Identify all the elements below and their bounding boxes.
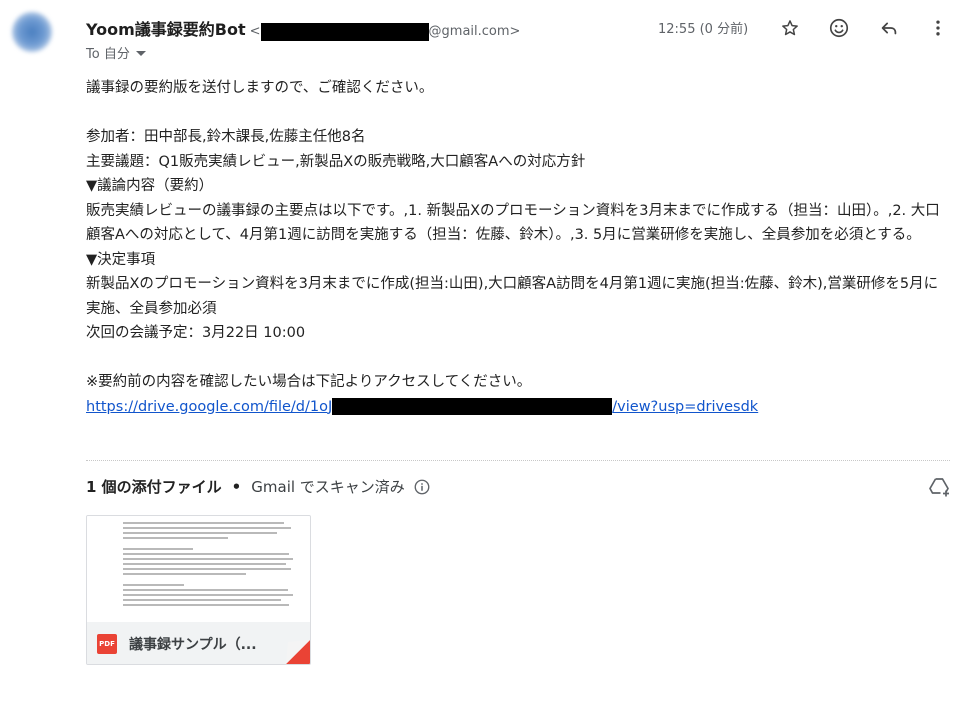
email-prefix: < <box>249 24 261 39</box>
more-options-button[interactable] <box>924 14 952 42</box>
star-button[interactable] <box>776 14 804 42</box>
sender-avatar[interactable] <box>12 12 52 52</box>
message-body: 議事録の要約版を送付しますので、ご確認ください。 参加者：田中部長,鈴木課長,佐… <box>86 76 950 419</box>
decisions-heading: ▼決定事項 <box>86 251 156 268</box>
pdf-icon: PDF <box>97 634 117 654</box>
next-meeting-text: 次回の会議予定：3月22日 10:00 <box>86 325 306 341</box>
emoji-reaction-button[interactable] <box>825 14 853 42</box>
attachment-count: 1 個の添付ファイル <box>86 478 222 496</box>
message-time: 12:55 (0 分前) <box>658 22 749 37</box>
star-icon <box>782 20 798 36</box>
separator-dot: • <box>231 477 242 496</box>
decisions-text: 新製品Xのプロモーション資料を3月末までに作成(担当:山田),大口顧客A訪問を4… <box>86 276 939 317</box>
main-topic-text: 主要議題：Q1販売実績レビュー,新製品Xの販売戦略,大口顧客Aへの対応方針 <box>86 153 586 170</box>
sender-email: < @gmail.com> <box>249 22 521 41</box>
email-suffix: @gmail.com> <box>428 24 521 39</box>
add-to-drive-icon <box>929 478 949 497</box>
drive-link[interactable]: https://drive.google.com/file/d/1oJ /vie… <box>86 395 950 420</box>
access-note-text: ※要約前の内容を確認したい場合は下記よりアクセスしてください。 <box>86 374 532 390</box>
emoji-icon <box>829 18 849 38</box>
attachment-card[interactable]: PDF 議事録サンプル（... <box>86 515 311 665</box>
attachment-preview[interactable] <box>87 516 310 622</box>
more-vert-icon <box>936 20 940 36</box>
recipient-label: To 自分 <box>86 47 130 62</box>
sender-line: Yoom議事録要約Bot < @gmail.com> <box>86 16 520 41</box>
discussion-text: 販売実績レビューの議事録の主要点は以下です。,1. 新製品Xのプロモーション資料… <box>86 202 940 244</box>
reply-icon <box>881 22 897 35</box>
sender-name[interactable]: Yoom議事録要約Bot <box>86 16 246 40</box>
greeting-text: 議事録の要約版を送付しますので、ご確認ください。 <box>86 80 434 96</box>
discussion-heading: ▼議論内容（要約） <box>86 178 214 194</box>
chevron-down-icon[interactable] <box>135 51 146 56</box>
link-suffix[interactable]: /view?usp=drivesdk <box>612 395 758 420</box>
add-all-to-drive-button[interactable] <box>926 474 952 500</box>
redacted-email <box>260 22 429 41</box>
reply-button[interactable] <box>875 14 903 42</box>
participants-text: 参加者：田中部長,鈴木課長,佐藤主任他8名 <box>86 129 366 145</box>
attachment-footer[interactable]: PDF 議事録サンプル（... <box>87 622 310 664</box>
scanned-label: Gmail でスキャン済み <box>251 478 405 496</box>
attachment-file-name[interactable]: 議事録サンプル（... <box>129 634 257 654</box>
link-prefix[interactable]: https://drive.google.com/file/d/1oJ <box>86 395 332 420</box>
attachment-divider <box>86 460 950 461</box>
message-header: Yoom議事録要約Bot < @gmail.com> To 自分 12:55 (… <box>86 14 956 64</box>
attachments-header: 1 個の添付ファイル • Gmail でスキャン済み <box>86 476 431 497</box>
info-icon <box>414 479 430 494</box>
recipient-line[interactable]: To 自分 <box>86 43 146 62</box>
corner-fold-icon <box>286 640 310 664</box>
redacted-link-part <box>332 398 613 416</box>
info-button[interactable] <box>413 478 431 496</box>
